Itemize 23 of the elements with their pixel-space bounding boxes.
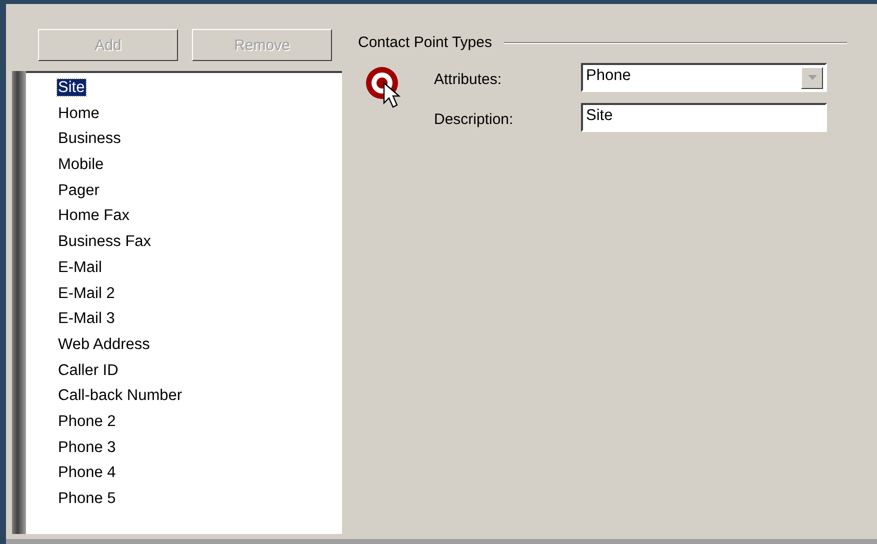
list-item[interactable]: Phone 4 — [57, 464, 117, 482]
list-item[interactable]: Web Address — [57, 336, 151, 353]
list-item[interactable]: Pager — [57, 182, 100, 199]
list-item[interactable]: Site — [57, 79, 86, 96]
list-item[interactable]: Business — [57, 130, 122, 148]
list-item[interactable]: Home — [57, 104, 100, 122]
list-item[interactable]: E-Mail — [57, 258, 103, 276]
list-item[interactable]: E-Mail 3 — [57, 310, 116, 328]
group-title: Contact Point Types — [358, 34, 492, 51]
list-item[interactable]: Call-back Number — [57, 387, 184, 404]
list-item[interactable]: E-Mail 2 — [57, 284, 116, 302]
list-item[interactable]: Caller ID — [57, 362, 120, 379]
field-label: Attributes: — [434, 70, 503, 88]
list-item[interactable]: Mobile — [57, 156, 105, 174]
attributes-dropdown[interactable]: Phone — [581, 63, 827, 92]
list-item[interactable]: Phone 3 — [57, 438, 117, 456]
list-item[interactable]: Business Fax — [57, 233, 152, 250]
list-item[interactable]: Home Fax — [57, 207, 130, 224]
list-box[interactable]: Site Home Business Mobile Pager Home Fax Business Fax E-Mail E-Mail 2 E-Mail 3 Web Address Caller ID Call-back Number Phone 2 Phone 3 Phone 4 Phone 5 — [26, 71, 342, 534]
field-label: Description: — [434, 110, 514, 128]
description-field[interactable]: Site — [581, 103, 827, 132]
list-item[interactable]: Phone 5 — [57, 490, 117, 507]
list-item[interactable]: Phone 2 — [57, 412, 117, 430]
